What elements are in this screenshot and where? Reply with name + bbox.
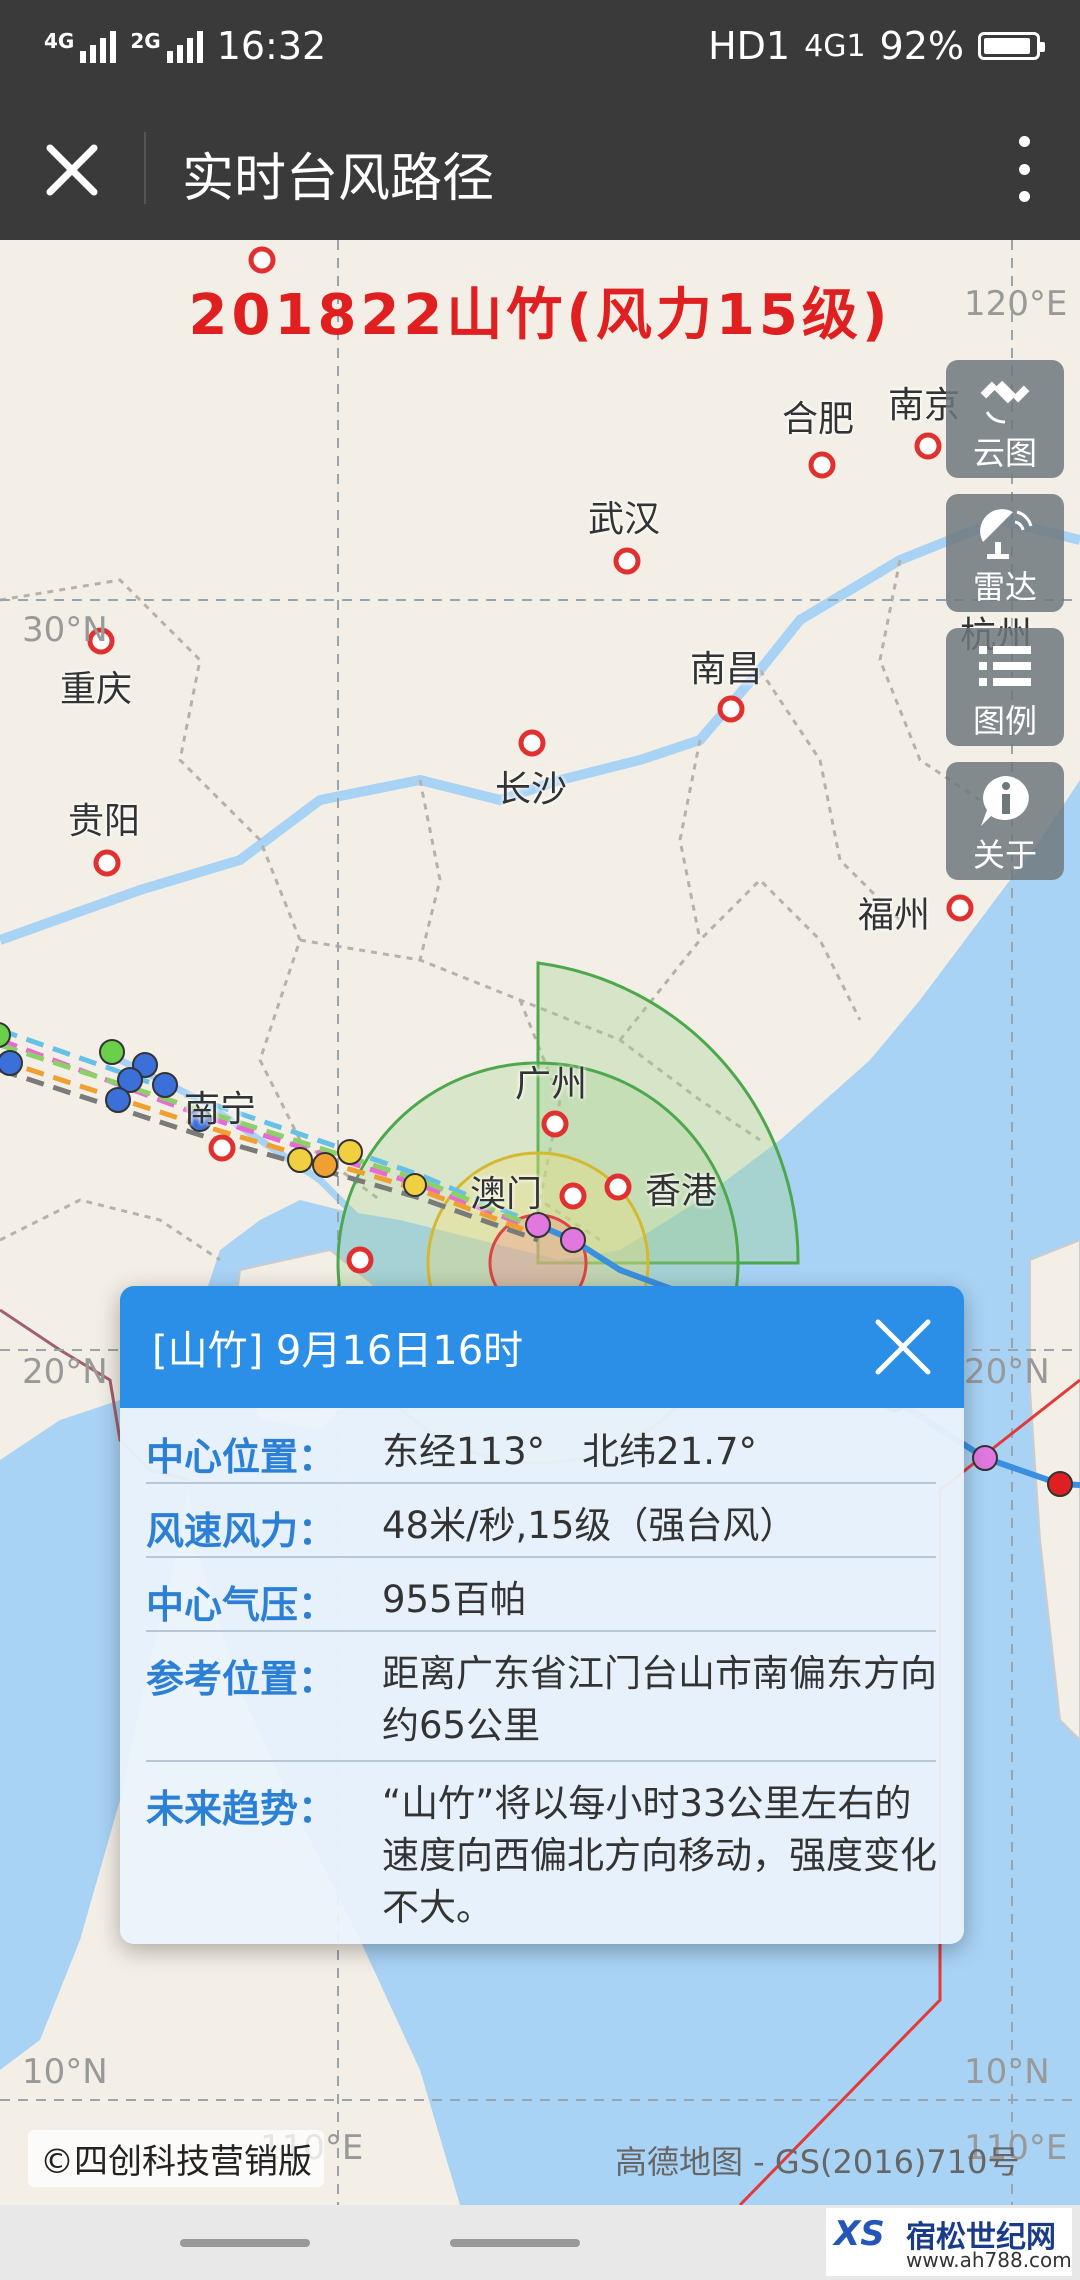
copyright-label: ©四创科技营销版 xyxy=(28,2130,324,2187)
city-label: 香港 xyxy=(645,1171,718,1212)
legend-button[interactable]: 图例 xyxy=(946,628,1064,746)
info-key: 中心气压： xyxy=(146,1583,337,1627)
info-key: 未来趋势： xyxy=(146,1787,337,1831)
watermark-url: www.ah788.com xyxy=(906,2248,1072,2272)
satellite-icon xyxy=(980,380,1030,424)
battery-percent: 92% xyxy=(879,24,964,68)
close-icon xyxy=(875,1319,931,1375)
city-label: 南昌 xyxy=(690,649,763,690)
status-time: 16:32 xyxy=(216,24,327,68)
info-row-position: 中心位置： 东经113° 北纬21.7° xyxy=(146,1426,936,1484)
legend-icon xyxy=(979,646,1031,686)
info-row-trend: 未来趋势： “山竹”将以每小时33公里左右的速度向西偏北方向移动，强度变化不大。 xyxy=(146,1778,937,1934)
title-divider xyxy=(144,132,146,204)
nav-handle[interactable] xyxy=(180,2239,310,2247)
info-icon xyxy=(981,776,1029,826)
battery-icon xyxy=(978,32,1045,60)
status-right: HD1 4G1 92% xyxy=(708,24,1045,68)
about-button[interactable]: 关于 xyxy=(946,762,1064,880)
satellite-cloud-button[interactable]: 云图 xyxy=(946,360,1064,478)
info-value: 955百帕 xyxy=(382,1578,527,1621)
city-label: 贵阳 xyxy=(68,801,141,842)
status-left: 4G 2G 16:32 xyxy=(44,24,326,68)
signal-icon: 4G xyxy=(44,29,117,63)
city-label: 福州 xyxy=(858,895,931,936)
more-menu-button[interactable] xyxy=(1004,136,1044,202)
info-value: 东经113° 北纬21.7° xyxy=(382,1430,758,1473)
latitude-label: 10°N xyxy=(964,2052,1050,2092)
typhoon-info-popup: [山竹] 9月16日16时 中心位置： 东经113° 北纬21.7° 风速风力：… xyxy=(120,1286,964,1944)
more-dots-icon xyxy=(1018,136,1030,147)
typhoon-title: 201822山竹(风力15级) xyxy=(188,283,892,348)
latitude-label: 20°N xyxy=(22,1352,108,1392)
longitude-label: 120°E xyxy=(964,284,1068,324)
info-value: “山竹”将以每小时33公里左右的速度向西偏北方向移动，强度变化不大。 xyxy=(382,1782,937,1929)
side-button-label: 关于 xyxy=(972,836,1037,874)
latitude-label: 20°N xyxy=(964,1352,1050,1392)
map-credit: 高德地图 - GS(2016)710号 xyxy=(615,2143,1020,2181)
popup-title: [山竹] 9月16日16时 xyxy=(152,1328,524,1374)
info-row-wind: 风速风力： 48米/秒,15级（强台风） xyxy=(146,1500,936,1558)
signal-icon: 2G xyxy=(130,29,203,63)
popup-close-button[interactable] xyxy=(868,1312,938,1382)
watermark: XS 宿松世纪网 www.ah788.com xyxy=(826,2208,1072,2276)
city-label: 广州 xyxy=(515,1064,588,1105)
side-button-label: 云图 xyxy=(972,434,1037,472)
radar-icon xyxy=(980,509,1033,559)
battery-fill xyxy=(984,38,1030,54)
close-icon xyxy=(46,144,98,196)
city-label: 澳门 xyxy=(470,1174,543,1215)
info-row-reference: 参考位置： 距离广东省江门台山市南偏东方向约65公里 xyxy=(146,1648,937,1762)
side-button-label: 图例 xyxy=(972,702,1037,740)
status-bar: 4G 2G 16:32 HD1 4G1 92% xyxy=(0,0,1080,96)
side-button-label: 雷达 xyxy=(972,568,1037,606)
radar-button[interactable]: 雷达 xyxy=(946,494,1064,612)
title-bar: 实时台风路径 xyxy=(0,96,1080,240)
info-key: 风速风力： xyxy=(146,1509,337,1553)
latitude-label: 10°N xyxy=(22,2052,108,2092)
city-label: 武汉 xyxy=(588,499,661,540)
info-value: 48米/秒,15级（强台风） xyxy=(382,1504,797,1547)
info-key: 中心位置： xyxy=(146,1435,337,1479)
info-value: 距离广东省江门台山市南偏东方向约65公里 xyxy=(382,1652,937,1747)
city-label: 合肥 xyxy=(782,399,855,440)
page-title: 实时台风路径 xyxy=(182,149,495,209)
close-button[interactable] xyxy=(36,134,108,206)
hd-indicator: HD1 xyxy=(708,24,791,68)
latitude-label: 30°N xyxy=(22,610,108,650)
river xyxy=(0,514,1080,945)
popup-header: [山竹] 9月16日16时 xyxy=(120,1286,964,1408)
info-key: 参考位置： xyxy=(146,1657,337,1701)
network-indicator: 4G1 xyxy=(804,28,866,64)
city-label: 长沙 xyxy=(495,769,568,810)
info-row-pressure: 中心气压： 955百帕 xyxy=(146,1574,936,1632)
city-label: 重庆 xyxy=(60,669,133,710)
watermark-logo-icon: XS xyxy=(834,2214,885,2254)
nav-handle[interactable] xyxy=(450,2239,580,2247)
city-label: 南宁 xyxy=(184,1089,257,1130)
